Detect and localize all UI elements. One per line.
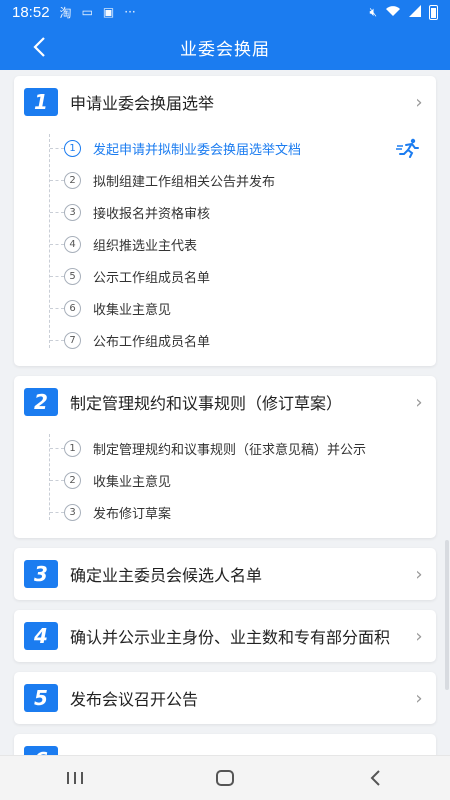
section-header-5[interactable]: 5 发布会议召开公告 › <box>14 672 436 724</box>
step-number: 4 <box>64 235 81 253</box>
section-card-2: 2 制定管理规约和议事规则（修订草案） › 1 制定管理规约和议事规则（征求意见… <box>14 376 436 538</box>
chevron-right-icon: › <box>415 625 423 647</box>
back-nav-button[interactable] <box>345 758 405 798</box>
section-title: 制定管理规约和议事规则（修订草案） <box>70 394 343 413</box>
more-notifications-icon: ··· <box>124 5 136 19</box>
section-card-4: 4 确认并公示业主身份、业主数和专有部分面积 › <box>14 610 436 662</box>
step-item[interactable]: 3 发布修订草案 <box>14 496 436 528</box>
chevron-right-icon: › <box>415 391 423 413</box>
section-number-badge: 6 <box>24 746 58 755</box>
system-nav-bar <box>0 755 450 800</box>
section-number-badge: 5 <box>24 684 58 712</box>
step-label: 制定管理规约和议事规则（征求意见稿）并公示 <box>93 442 367 458</box>
section-header-3[interactable]: 3 确定业主委员会候选人名单 › <box>14 548 436 600</box>
step-number: 2 <box>64 471 81 489</box>
chevron-right-icon: › <box>415 563 423 585</box>
section-card-3: 3 确定业主委员会候选人名单 › <box>14 548 436 600</box>
step-item[interactable]: 1 发起申请并拟制业委会换届选举文档 <box>14 132 436 164</box>
step-item[interactable]: 2 收集业主意见 <box>14 464 436 496</box>
step-item[interactable]: 1 制定管理规约和议事规则（征求意见稿）并公示 <box>14 432 436 464</box>
step-number: 2 <box>64 171 81 189</box>
section-number-badge: 2 <box>24 388 58 416</box>
chevron-left-icon <box>370 770 380 786</box>
content-list[interactable]: 1 申请业委会换届选举 › 1 发起申请并拟制业委会换届选举文档 2 拟制组建工… <box>0 70 450 755</box>
step-label: 发布修订草案 <box>93 506 172 522</box>
step-item[interactable]: 2 拟制组建工作组相关公告并发布 <box>14 164 436 196</box>
battery-icon <box>429 4 438 20</box>
step-number: 3 <box>64 203 81 221</box>
step-label: 组织推选业主代表 <box>93 238 198 254</box>
section-card-6: 6 › <box>14 734 436 755</box>
section-title: 发布会议召开公告 <box>70 690 199 709</box>
section-title: 确认并公示业主身份、业主数和专有部分面积 <box>70 628 391 647</box>
signal-icon <box>409 4 421 20</box>
step-label: 公布工作组成员名单 <box>93 334 211 350</box>
step-label: 公示工作组成员名单 <box>93 270 211 286</box>
wifi-icon <box>385 5 401 20</box>
section-header-1[interactable]: 1 申请业委会换届选举 › <box>14 76 436 128</box>
page-title: 业委会换届 <box>180 39 270 60</box>
step-list: 1 发起申请并拟制业委会换届选举文档 2 拟制组建工作组相关公告并发布 3 接收… <box>14 128 436 366</box>
section-card-1: 1 申请业委会换届选举 › 1 发起申请并拟制业委会换届选举文档 2 拟制组建工… <box>14 76 436 366</box>
chevron-right-icon: › <box>415 91 423 113</box>
section-card-5: 5 发布会议召开公告 › <box>14 672 436 724</box>
step-number: 5 <box>64 267 81 285</box>
recent-apps-icon <box>67 772 83 784</box>
step-number: 3 <box>64 503 81 521</box>
status-bar: 18:52 淘 ▭ ▣ ··· 🔇︎ <box>0 0 450 24</box>
step-number: 1 <box>64 139 81 157</box>
title-bar: 业委会换届 <box>0 24 450 70</box>
step-item[interactable]: 5 公示工作组成员名单 <box>14 260 436 292</box>
section-number-badge: 3 <box>24 560 58 588</box>
step-label: 拟制组建工作组相关公告并发布 <box>93 174 276 190</box>
section-title: 申请业委会换届选举 <box>70 94 215 113</box>
step-number: 6 <box>64 299 81 317</box>
scrollbar[interactable] <box>445 540 449 690</box>
home-icon <box>216 770 234 786</box>
chevron-right-icon: › <box>415 687 423 709</box>
section-header-4[interactable]: 4 确认并公示业主身份、业主数和专有部分面积 › <box>14 610 436 662</box>
step-list: 1 制定管理规约和议事规则（征求意见稿）并公示 2 收集业主意见 3 发布修订草… <box>14 428 436 538</box>
step-item[interactable]: 4 组织推选业主代表 <box>14 228 436 260</box>
section-header-6[interactable]: 6 › <box>14 734 436 755</box>
chevron-left-icon <box>33 37 45 57</box>
image-icon: ▣ <box>102 5 115 19</box>
back-button[interactable] <box>24 32 54 62</box>
section-header-2[interactable]: 2 制定管理规约和议事规则（修订草案） › <box>14 376 436 428</box>
status-time: 18:52 <box>12 3 50 21</box>
step-label: 发起申请并拟制业委会换届选举文档 <box>93 142 302 158</box>
step-label: 收集业主意见 <box>93 474 172 490</box>
step-item[interactable]: 6 收集业主意见 <box>14 292 436 324</box>
tv-icon: ▭ <box>81 5 93 19</box>
taobao-icon: 淘 <box>59 5 72 20</box>
step-item[interactable]: 7 公布工作组成员名单 <box>14 324 436 356</box>
home-button[interactable] <box>195 758 255 798</box>
mute-icon: 🔇︎ <box>369 4 377 19</box>
section-number-badge: 4 <box>24 622 58 650</box>
section-number-badge: 1 <box>24 88 58 116</box>
recent-apps-button[interactable] <box>45 758 105 798</box>
step-item[interactable]: 3 接收报名并资格审核 <box>14 196 436 228</box>
step-number: 1 <box>64 439 81 457</box>
section-title: 确定业主委员会候选人名单 <box>70 566 263 585</box>
running-man-icon <box>396 138 420 162</box>
step-label: 接收报名并资格审核 <box>93 206 211 222</box>
step-number: 7 <box>64 331 81 349</box>
step-label: 收集业主意见 <box>93 302 172 318</box>
